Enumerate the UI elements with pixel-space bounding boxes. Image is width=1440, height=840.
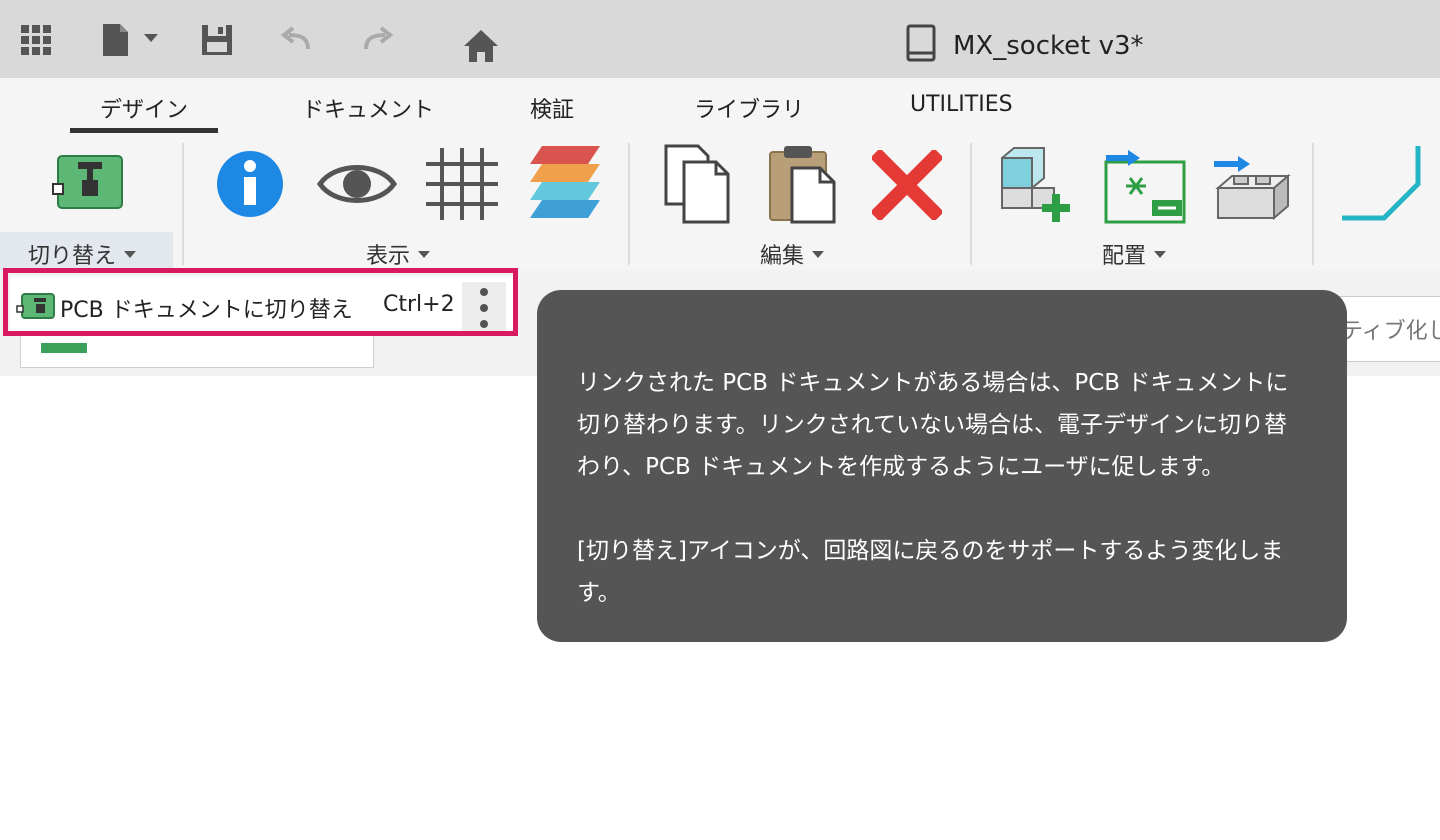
redo-icon[interactable]: [360, 18, 394, 62]
route-trace-icon[interactable]: [1340, 144, 1422, 224]
tab-validate[interactable]: 検証: [530, 92, 574, 124]
title-bar: MX_socket v3*: [0, 0, 1440, 78]
place-component-icon[interactable]: [1000, 144, 1082, 224]
copy-icon[interactable]: [662, 144, 732, 224]
active-tab-indicator: [70, 128, 218, 133]
group-label-switch[interactable]: 切り替え: [28, 238, 137, 270]
right-field-text: ティブ化し: [1341, 319, 1440, 344]
tooltip-paragraph-2: [切り替え]アイコンが、回路図に戻るのをサポートするよう変化します。: [577, 538, 1284, 606]
eye-icon[interactable]: [316, 156, 398, 212]
tab-document[interactable]: ドキュメント: [302, 92, 434, 124]
pcb-board-icon[interactable]: [52, 154, 124, 210]
dropdown-caret-icon: [1154, 250, 1167, 258]
group-label-edit[interactable]: 編集: [760, 238, 825, 270]
file-menu-icon[interactable]: [100, 18, 162, 62]
document-icon: [905, 24, 939, 69]
save-icon[interactable]: [200, 18, 234, 62]
document-title: MX_socket v3*: [905, 24, 1144, 68]
menu-item-highlight-frame: [3, 268, 518, 336]
undo-icon[interactable]: [280, 18, 314, 62]
dropdown-caret-icon: [124, 250, 137, 258]
ribbon: デザイン ドキュメント 検証 ライブラリ UTILITIES 切り替え 表示 編…: [0, 78, 1440, 270]
home-icon[interactable]: [462, 24, 500, 68]
group-label-place[interactable]: 配置: [1102, 238, 1167, 270]
place-schematic-icon[interactable]: [1102, 148, 1186, 226]
tooltip-paragraph-1: リンクされた PCB ドキュメントがある場合は、PCB ドキュメントに切り替わり…: [577, 370, 1289, 480]
tooltip: リンクされた PCB ドキュメントがある場合は、PCB ドキュメントに切り替わり…: [537, 290, 1347, 642]
group-label-display[interactable]: 表示: [366, 238, 431, 270]
grid-icon[interactable]: [424, 146, 500, 222]
delete-icon[interactable]: [872, 150, 942, 220]
group-separator: [628, 143, 630, 265]
group-separator: [970, 143, 972, 265]
group-separator: [182, 143, 184, 265]
tab-utilities[interactable]: UTILITIES: [910, 92, 1013, 117]
place-package-icon[interactable]: [1212, 144, 1292, 224]
tab-library[interactable]: ライブラリ: [694, 92, 804, 124]
info-icon[interactable]: [214, 148, 286, 220]
panel-board-chip: [41, 343, 87, 353]
document-title-text: MX_socket v3*: [953, 31, 1144, 61]
layers-icon[interactable]: [528, 144, 602, 222]
tab-design[interactable]: デザイン: [100, 92, 188, 124]
paste-icon[interactable]: [768, 144, 838, 224]
group-separator: [1312, 143, 1314, 265]
app-grid-icon[interactable]: [20, 18, 52, 62]
dropdown-caret-icon: [418, 250, 431, 258]
dropdown-caret-icon: [812, 250, 825, 258]
